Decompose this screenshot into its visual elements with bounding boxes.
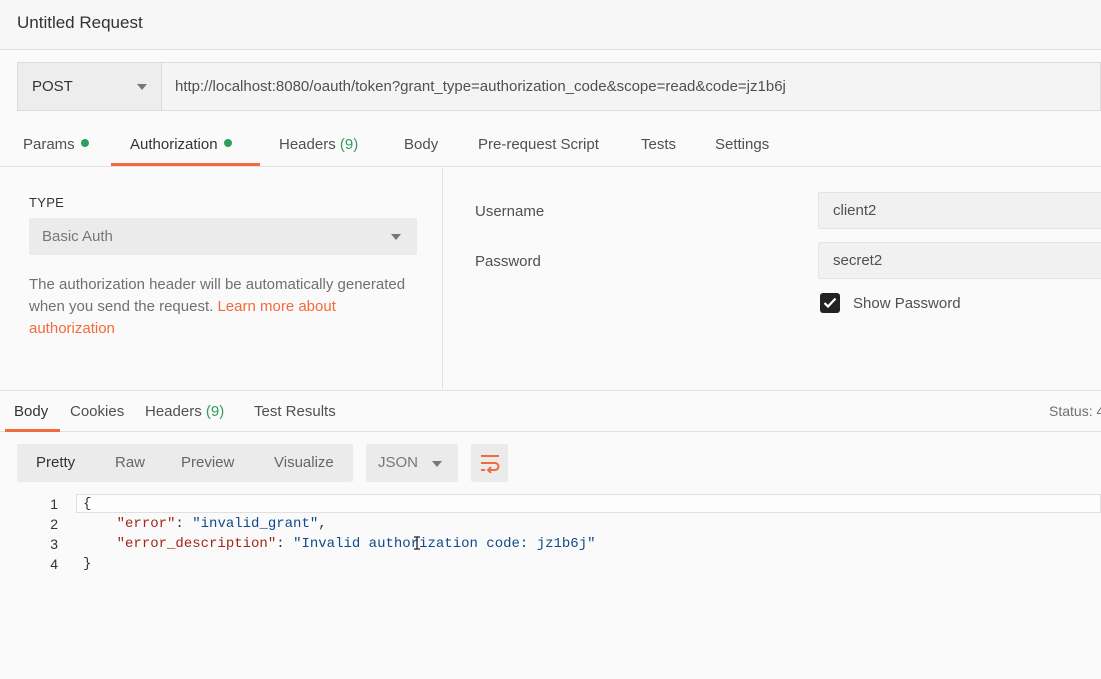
json-key: "error": [116, 516, 176, 532]
request-tabs: Params Authorization Headers (9) Body Pr…: [0, 124, 1101, 167]
tab-headers-label: Headers: [279, 136, 336, 153]
tab-prerequest-script[interactable]: Pre-request Script: [478, 136, 599, 153]
code-line: }: [83, 556, 92, 572]
tab-headers[interactable]: Headers (9): [279, 136, 358, 153]
response-body-viewer[interactable]: 1 2 3 4 { "error": "invalid_grant", "err…: [0, 493, 1101, 679]
tab-tests[interactable]: Tests: [641, 136, 676, 153]
auth-type-dropdown[interactable]: Basic Auth: [29, 218, 417, 255]
line-number: 1: [50, 496, 58, 512]
preview-button[interactable]: Preview: [181, 454, 234, 471]
resp-tab-headers[interactable]: Headers (9): [145, 403, 224, 420]
auth-type-value: Basic Auth: [42, 228, 113, 245]
url-bar: POST: [17, 62, 1101, 111]
tab-params[interactable]: Params: [23, 136, 89, 153]
tab-body[interactable]: Body: [404, 136, 438, 153]
line-number: 3: [50, 536, 58, 552]
title-bar: Untitled Request: [0, 0, 1101, 50]
headers-count: (9): [339, 136, 359, 153]
wrap-lines-icon: [481, 455, 500, 473]
response-tabs: Body Cookies Headers (9) Test Results St…: [0, 390, 1101, 432]
active-resp-tab-indicator: [5, 429, 60, 432]
line-number: 4: [50, 556, 58, 572]
format-value: JSON: [378, 454, 419, 471]
method-dropdown[interactable]: POST: [18, 63, 162, 110]
code-line: "error_description": "Invalid authorizat…: [116, 536, 596, 552]
tab-authorization[interactable]: Authorization: [130, 136, 232, 153]
line-number: 2: [50, 516, 58, 532]
resp-tab-cookies[interactable]: Cookies: [70, 403, 124, 420]
auth-credentials-panel: Username Password Show Password: [444, 168, 1101, 389]
chevron-down-icon: [391, 234, 401, 240]
username-field[interactable]: [818, 192, 1101, 229]
current-line-highlight: [76, 494, 1101, 513]
text-cursor-icon: [414, 536, 420, 550]
format-dropdown[interactable]: JSON: [366, 444, 458, 482]
password-field[interactable]: [818, 242, 1101, 279]
status-label: Status: 4: [1049, 403, 1101, 419]
json-value: "Invalid authorization code: jz1b6j": [293, 536, 596, 552]
wrap-lines-button[interactable]: [471, 444, 508, 482]
auth-type-panel: TYPE Basic Auth The authorization header…: [0, 168, 443, 389]
resp-headers-count: (9): [205, 403, 225, 420]
tab-authorization-label: Authorization: [130, 136, 218, 153]
resp-tab-headers-label: Headers: [145, 403, 202, 420]
pretty-button[interactable]: Pretty: [36, 454, 75, 471]
tab-settings[interactable]: Settings: [715, 136, 769, 153]
show-password-label: Show Password: [853, 295, 961, 312]
active-tab-indicator: [111, 163, 260, 166]
method-label: POST: [32, 78, 73, 95]
visualize-button[interactable]: Visualize: [274, 454, 334, 471]
response-view-switcher: Pretty Raw Preview Visualize: [17, 444, 353, 482]
json-value: "invalid_grant": [192, 516, 319, 532]
active-dot-icon: [80, 139, 89, 147]
request-title[interactable]: Untitled Request: [17, 13, 143, 33]
tab-params-label: Params: [23, 136, 75, 153]
type-label: TYPE: [29, 195, 65, 210]
chevron-down-icon: [137, 84, 147, 90]
raw-button[interactable]: Raw: [115, 454, 145, 471]
chevron-down-icon: [432, 461, 442, 467]
resp-tab-body[interactable]: Body: [14, 403, 48, 420]
checkmark-icon: [823, 297, 837, 309]
code-line: "error": "invalid_grant",: [116, 516, 327, 532]
code-line: {: [83, 496, 92, 512]
resp-tab-test-results[interactable]: Test Results: [254, 403, 336, 420]
auth-description: The authorization header will be automat…: [29, 274, 409, 340]
active-dot-icon: [223, 139, 232, 147]
url-input[interactable]: [163, 63, 1099, 110]
show-password-checkbox[interactable]: [820, 293, 840, 313]
username-label: Username: [475, 203, 545, 220]
password-label: Password: [475, 253, 541, 270]
json-key: "error_description": [116, 536, 277, 552]
